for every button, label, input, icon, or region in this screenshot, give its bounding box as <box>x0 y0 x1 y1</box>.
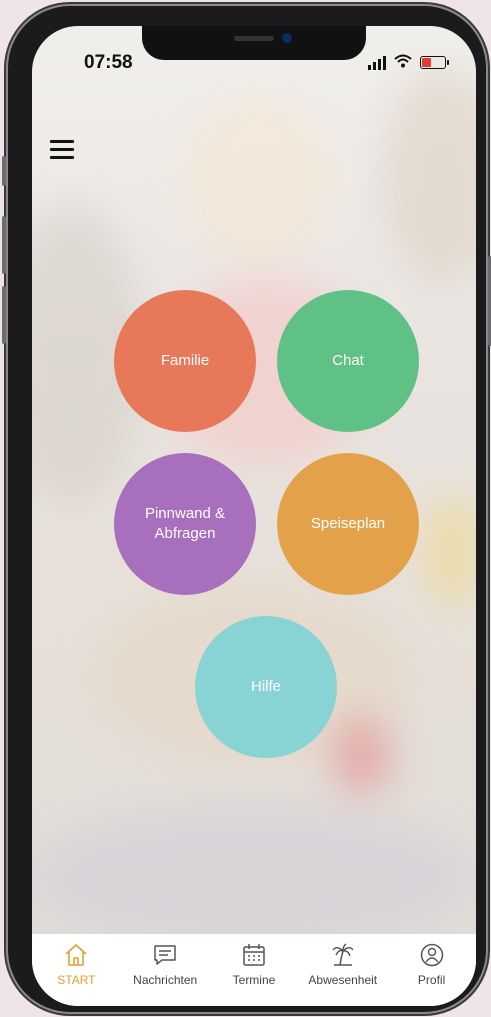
tab-profil[interactable]: Profil <box>389 942 475 987</box>
tab-termine-label: Termine <box>232 973 276 987</box>
tile-pinnwand[interactable]: Pinnwand & Abfragen <box>114 453 256 595</box>
tile-speiseplan-label: Speiseplan <box>310 515 386 532</box>
tab-nachrichten[interactable]: Nachrichten <box>122 942 208 987</box>
profile-icon <box>419 942 445 968</box>
speaker-grille <box>234 36 274 41</box>
tile-chat[interactable]: Chat <box>277 290 419 432</box>
tile-chat-label: Chat <box>332 352 364 369</box>
message-icon <box>152 942 178 968</box>
tab-abwesenheit-label: Abwesenheit <box>308 973 378 987</box>
calendar-icon <box>241 942 267 968</box>
app-screen: 07:58 Familie Chat Pinnwand & Abfragen S… <box>32 26 476 1006</box>
tab-start[interactable]: START <box>33 942 119 987</box>
tab-start-label: START <box>57 973 96 987</box>
battery-icon <box>420 56 449 69</box>
tab-abwesenheit[interactable]: Abwesenheit <box>300 942 386 987</box>
signal-icon <box>368 55 386 70</box>
phone-frame: 07:58 Familie Chat Pinnwand & Abfragen S… <box>2 6 491 1012</box>
status-icons <box>368 54 449 71</box>
home-icon <box>63 942 89 968</box>
tile-speiseplan[interactable]: Speiseplan <box>277 453 419 595</box>
tile-hilfe-label: Hilfe <box>250 678 281 695</box>
volume-down-button <box>2 286 6 344</box>
tab-termine[interactable]: Termine <box>211 942 297 987</box>
tile-pinnwand-label: Pinnwand & Abfragen <box>144 505 226 542</box>
hamburger-menu-icon[interactable] <box>50 140 74 160</box>
status-time: 07:58 <box>84 52 133 73</box>
front-camera <box>282 33 292 43</box>
tab-nachrichten-label: Nachrichten <box>133 973 198 987</box>
tab-profil-label: Profil <box>417 973 446 987</box>
volume-up-button <box>2 216 6 274</box>
tile-familie-label: Familie <box>160 352 210 369</box>
tile-familie[interactable]: Familie <box>114 290 256 432</box>
tile-hilfe[interactable]: Hilfe <box>195 616 337 758</box>
wifi-icon <box>394 54 412 71</box>
mute-switch <box>2 156 6 186</box>
palm-tree-icon <box>330 942 356 968</box>
notch <box>142 26 366 60</box>
bottom-tab-bar: START Nachrichten Termine Abwesenheit Pr… <box>32 934 476 1006</box>
